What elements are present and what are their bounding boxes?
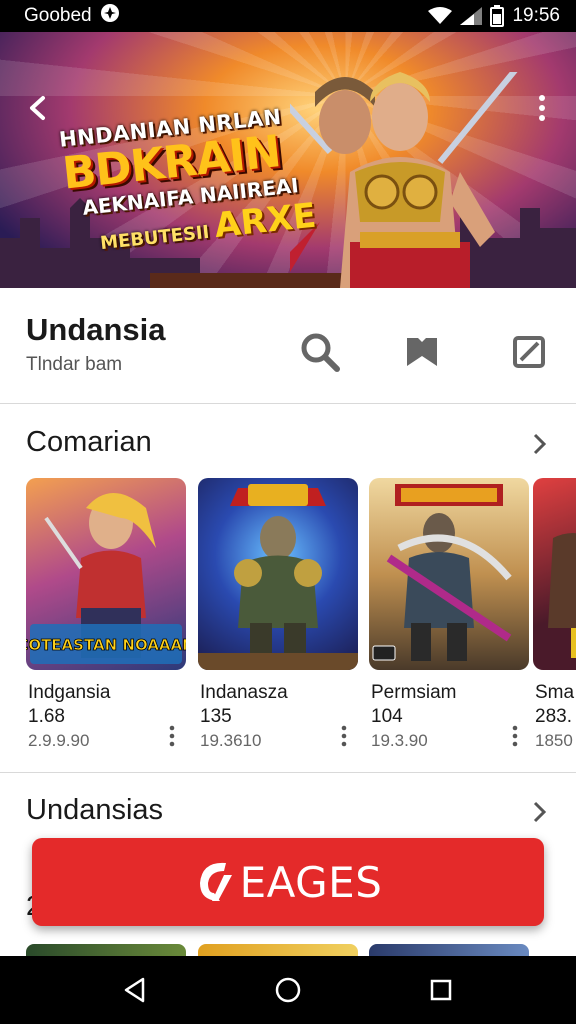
clock: 19:56 xyxy=(512,5,560,26)
system-nav-bar xyxy=(0,956,576,1024)
app-header: Undansia Tlndar bam xyxy=(0,288,576,404)
carrier-label: Goobed xyxy=(24,5,92,26)
game-meta: 19.3.90 xyxy=(371,731,428,750)
section2-card-row xyxy=(26,944,576,958)
game-rating: 135 xyxy=(200,706,232,727)
game-card[interactable]: Sma 283. 1850 xyxy=(533,478,576,758)
cta-label: EAGES xyxy=(239,857,383,907)
game-card[interactable]: COTEASTAN NOAAAN Indgansia 1.68 2.9.9.90 xyxy=(26,478,186,758)
game-rating: 283. xyxy=(535,706,572,727)
game-rating: 1.68 xyxy=(28,706,65,727)
signal-icon xyxy=(460,6,483,26)
section-title: Comarian xyxy=(26,426,152,458)
game-rating: 104 xyxy=(371,706,403,727)
bookmark-icon xyxy=(407,338,437,366)
home-circle-icon[interactable] xyxy=(274,976,302,1004)
section-title: Undansias xyxy=(26,794,164,826)
more-vert-icon[interactable] xyxy=(507,724,523,748)
overflow-menu-button[interactable] xyxy=(520,86,564,130)
game-thumbnail xyxy=(533,478,576,670)
hero-banner: HNDANIAN NRLAN BDKRAIN AEKNAIFA NAIIREAI… xyxy=(0,32,576,288)
game-meta: 19.3610 xyxy=(200,731,262,750)
game-thumbnail: COTEASTAN NOAAAN xyxy=(26,478,186,670)
hero-title-block: HNDANIAN NRLAN BDKRAIN AEKNAIFA NAIIREAI… xyxy=(58,102,318,261)
section-undansias-header[interactable]: Undansias xyxy=(0,780,576,840)
back-triangle-icon[interactable] xyxy=(123,977,147,1003)
warrior-characters-art xyxy=(290,72,518,288)
more-vert-icon[interactable] xyxy=(336,724,352,748)
notification-icon xyxy=(100,3,120,29)
game-name: Permsiam xyxy=(371,682,457,703)
more-vert-icon xyxy=(539,95,545,121)
chevron-right-icon xyxy=(533,801,547,823)
game-meta: 1850 xyxy=(535,731,573,750)
game-card[interactable]: Permsiam 104 19.3.90 xyxy=(369,478,529,758)
section-divider xyxy=(0,772,576,773)
wifi-icon xyxy=(428,6,453,26)
back-arrow-icon xyxy=(30,96,45,120)
game-meta: 2.9.9.90 xyxy=(28,731,90,750)
search-icon xyxy=(301,333,340,372)
back-button[interactable] xyxy=(16,86,60,130)
status-bar: Goobed 19:56 xyxy=(0,0,576,32)
bookmark-button[interactable] xyxy=(398,328,446,376)
app-subtitle: Tlndar bam xyxy=(26,354,123,375)
game-card-row: COTEASTAN NOAAAN Indgansia 1.68 2.9.9.90… xyxy=(26,478,576,758)
edit-icon xyxy=(513,336,545,368)
chevron-right-icon xyxy=(533,433,547,455)
game-thumbnail xyxy=(369,478,529,670)
battery-icon xyxy=(490,5,505,27)
app-title: Undansia xyxy=(26,312,166,347)
more-vert-icon[interactable] xyxy=(164,724,180,748)
game-name: Indanasza xyxy=(200,682,288,703)
search-button[interactable] xyxy=(296,328,344,376)
brand-logo-icon xyxy=(199,862,232,901)
game-card[interactable]: Indanasza 135 19.3610 xyxy=(198,478,358,758)
primary-cta-button[interactable]: EAGES xyxy=(32,838,544,926)
thumbnail-logo-text: COTEASTAN NOAAAN xyxy=(26,636,186,654)
edit-button[interactable] xyxy=(505,328,553,376)
game-name: Indgansia xyxy=(28,682,111,703)
recents-square-icon[interactable] xyxy=(429,978,453,1002)
section-comarian-header[interactable]: Comarian xyxy=(0,412,576,472)
game-thumbnail xyxy=(198,478,358,670)
game-name: Sma xyxy=(535,682,575,703)
